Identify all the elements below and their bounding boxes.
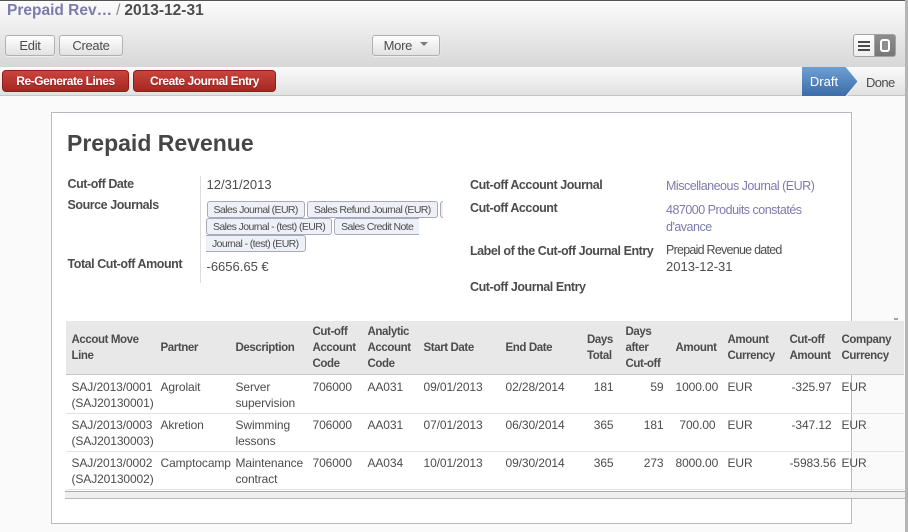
svg-text:Draft: Draft <box>810 74 839 89</box>
